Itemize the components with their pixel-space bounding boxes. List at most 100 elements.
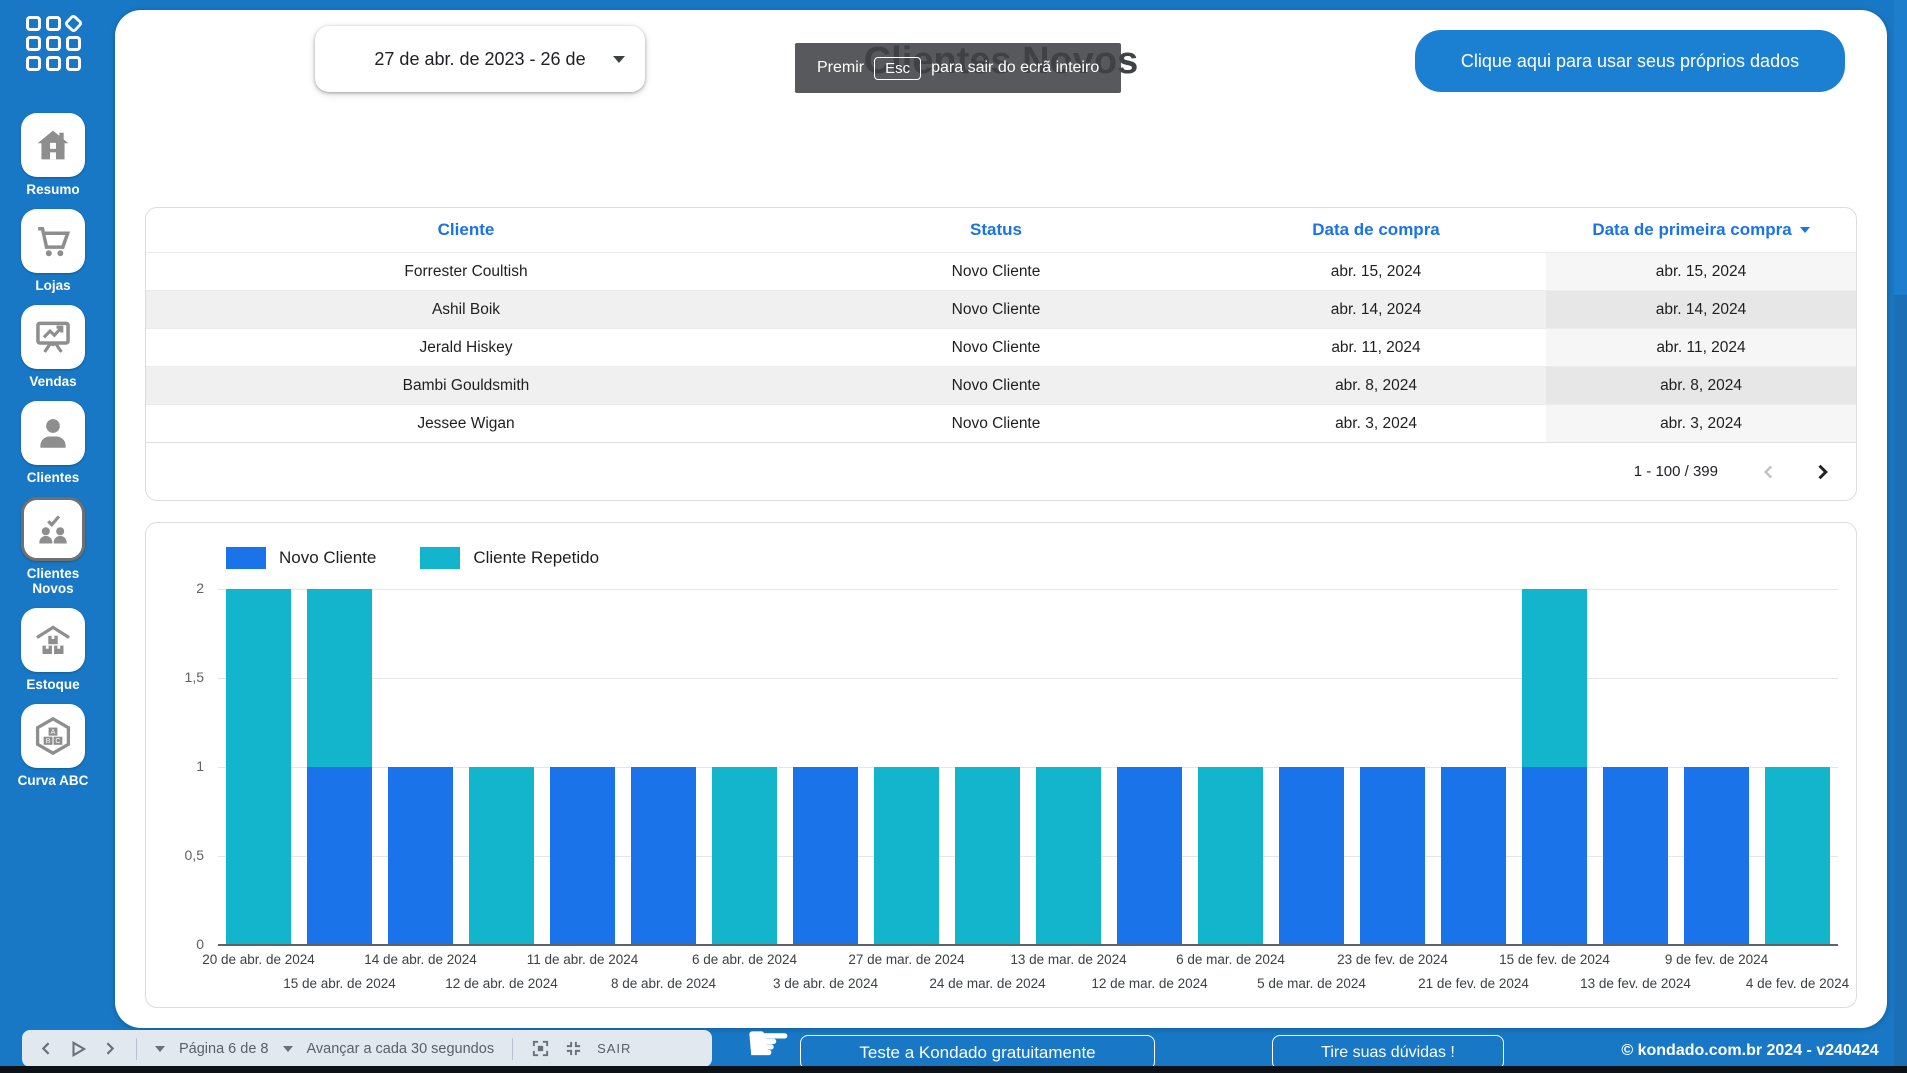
- table-cell: Novo Cliente: [786, 329, 1206, 366]
- trial-button[interactable]: Teste a Kondado gratuitamente: [800, 1035, 1155, 1070]
- table-cell: abr. 14, 2024: [1546, 291, 1856, 328]
- scrollbar-thumb[interactable]: [1894, 0, 1907, 295]
- x-axis-label: 23 de fev. de 2024: [1337, 952, 1448, 967]
- abc-hexagon-icon: ABC: [21, 704, 85, 768]
- autoplay-select-caret-icon[interactable]: [283, 1046, 293, 1052]
- bar-12-de-mar.-de-2024[interactable]: 12 de mar. de 2024: [1109, 589, 1190, 945]
- home-icon: [21, 113, 85, 177]
- previous-page-button[interactable]: [1760, 463, 1778, 481]
- table-cell: abr. 11, 2024: [1546, 329, 1856, 366]
- logo-cell: [26, 36, 41, 51]
- bar-23-de-fev.-de-2024[interactable]: 23 de fev. de 2024: [1352, 589, 1433, 945]
- column-header-data-de-primeira-compra[interactable]: Data de primeira compra: [1546, 220, 1856, 240]
- previous-page-icon[interactable]: [38, 1040, 55, 1057]
- bar-5-de-mar.-de-2024[interactable]: 5 de mar. de 2024: [1271, 589, 1352, 945]
- legend-swatch-icon: [226, 547, 266, 569]
- sidebar-item-vendas[interactable]: Vendas: [7, 305, 99, 389]
- esc-keycap: Esc: [874, 57, 921, 80]
- sidebar-item-label: Clientes Novos: [10, 566, 96, 596]
- sort-desc-icon: [1800, 227, 1810, 233]
- table-cell: abr. 11, 2024: [1206, 329, 1546, 366]
- bar-6-de-abr.-de-2024[interactable]: 6 de abr. de 2024: [704, 589, 785, 945]
- table-row[interactable]: Forrester CoultishNovo Clienteabr. 15, 2…: [146, 252, 1856, 290]
- legend-item: Cliente Repetido: [420, 547, 599, 569]
- bar-24-de-mar.-de-2024[interactable]: 24 de mar. de 2024: [947, 589, 1028, 945]
- bar-13-de-fev.-de-2024[interactable]: 13 de fev. de 2024: [1595, 589, 1676, 945]
- y-tick-label: 1: [146, 758, 204, 774]
- column-header-status[interactable]: Status: [786, 220, 1206, 240]
- y-tick-label: 2: [146, 580, 204, 596]
- y-tick-label: 0,5: [146, 847, 204, 863]
- bar-3-de-abr.-de-2024[interactable]: 3 de abr. de 2024: [785, 589, 866, 945]
- bar-9-de-fev.-de-2024[interactable]: 9 de fev. de 2024: [1676, 589, 1757, 945]
- toast-suffix: para sair do ecrã inteiro: [931, 59, 1099, 77]
- people-check-icon: [21, 497, 85, 561]
- exit-button[interactable]: SAIR: [597, 1041, 631, 1056]
- y-tick-label: 1,5: [146, 669, 204, 685]
- column-header-cliente[interactable]: Cliente: [146, 220, 786, 240]
- y-tick-label: 0: [146, 936, 204, 952]
- autoplay-label[interactable]: Avançar a cada 30 segundos: [307, 1041, 495, 1057]
- column-header-label: Cliente: [438, 220, 495, 240]
- sidebar-item-clientes[interactable]: Clientes: [7, 401, 99, 485]
- bar-4-de-fev.-de-2024[interactable]: 4 de fev. de 2024: [1757, 589, 1838, 945]
- table-row[interactable]: Jerald HiskeyNovo Clienteabr. 11, 2024ab…: [146, 328, 1856, 366]
- bar-15-de-fev.-de-2024[interactable]: 15 de fev. de 2024: [1514, 589, 1595, 945]
- bar-segment-cliente-repetido: [307, 589, 372, 767]
- sidebar-item-curva-abc[interactable]: ABCCurva ABC: [7, 704, 99, 788]
- sidebar-item-lojas[interactable]: Lojas: [7, 209, 99, 293]
- page-indicator[interactable]: Página 6 de 8: [179, 1041, 269, 1057]
- legend-item: Novo Cliente: [226, 547, 376, 569]
- bar-15-de-abr.-de-2024[interactable]: 15 de abr. de 2024: [299, 589, 380, 945]
- table-cell: Jessee Wigan: [146, 405, 786, 442]
- x-axis-label: 8 de abr. de 2024: [611, 976, 716, 991]
- page-select-caret-icon[interactable]: [155, 1046, 165, 1052]
- next-page-icon[interactable]: [101, 1040, 118, 1057]
- screen-edge: [0, 1066, 1907, 1073]
- sidebar-item-estoque[interactable]: Estoque: [7, 608, 99, 692]
- x-axis-label: 3 de abr. de 2024: [773, 976, 878, 991]
- questions-button[interactable]: Tire suas dúvidas !: [1272, 1035, 1504, 1070]
- fullscreen-icon[interactable]: [531, 1039, 550, 1058]
- bar-13-de-mar.-de-2024[interactable]: 13 de mar. de 2024: [1028, 589, 1109, 945]
- bar-segment-novo-cliente: [793, 767, 858, 945]
- table-cell: abr. 3, 2024: [1206, 405, 1546, 442]
- person-icon: [21, 401, 85, 465]
- table-cell: Novo Cliente: [786, 367, 1206, 404]
- bar-21-de-fev.-de-2024[interactable]: 21 de fev. de 2024: [1433, 589, 1514, 945]
- next-page-button[interactable]: [1812, 462, 1832, 482]
- play-icon[interactable]: [69, 1040, 87, 1058]
- bar-14-de-abr.-de-2024[interactable]: 14 de abr. de 2024: [380, 589, 461, 945]
- bar-6-de-mar.-de-2024[interactable]: 6 de mar. de 2024: [1190, 589, 1271, 945]
- table-row[interactable]: Bambi GouldsmithNovo Clienteabr. 8, 2024…: [146, 366, 1856, 404]
- x-axis-label: 21 de fev. de 2024: [1418, 976, 1529, 991]
- divider: [136, 1038, 137, 1060]
- bar-20-de-abr.-de-2024[interactable]: 20 de abr. de 2024: [218, 589, 299, 945]
- sidebar-item-resumo[interactable]: Resumo: [7, 113, 99, 197]
- sidebar-item-clientes-novos[interactable]: Clientes Novos: [7, 497, 99, 596]
- exit-fullscreen-icon[interactable]: [564, 1039, 583, 1058]
- x-axis-label: 27 de mar. de 2024: [848, 952, 964, 967]
- logo-cell: [46, 16, 61, 31]
- x-axis-label: 6 de mar. de 2024: [1176, 952, 1285, 967]
- bar-segment-novo-cliente: [1522, 767, 1587, 945]
- bar-segment-novo-cliente: [1684, 767, 1749, 945]
- x-axis-label: 13 de fev. de 2024: [1580, 976, 1691, 991]
- logo-cell: [46, 36, 61, 51]
- bar-27-de-mar.-de-2024[interactable]: 27 de mar. de 2024: [866, 589, 947, 945]
- bar-8-de-abr.-de-2024[interactable]: 8 de abr. de 2024: [623, 589, 704, 945]
- kondado-logo-icon[interactable]: [26, 16, 81, 71]
- x-axis-label: 12 de abr. de 2024: [445, 976, 558, 991]
- legend-swatch-icon: [420, 547, 460, 569]
- bar-12-de-abr.-de-2024[interactable]: 12 de abr. de 2024: [461, 589, 542, 945]
- bar-11-de-abr.-de-2024[interactable]: 11 de abr. de 2024: [542, 589, 623, 945]
- bar-segment-cliente-repetido: [1198, 767, 1263, 945]
- bar-segment-novo-cliente: [1279, 767, 1344, 945]
- column-header-data-de-compra[interactable]: Data de compra: [1206, 220, 1546, 240]
- table-row[interactable]: Ashil BoikNovo Clienteabr. 14, 2024abr. …: [146, 290, 1856, 328]
- table-header-row: Cliente StatusData de compraData de prime…: [146, 208, 1856, 252]
- chart-legend: Novo Cliente Cliente Repetido: [226, 547, 599, 569]
- table-row[interactable]: Jessee WiganNovo Clienteabr. 3, 2024abr.…: [146, 404, 1856, 442]
- scrollbar[interactable]: [1894, 0, 1907, 1066]
- bar-segment-novo-cliente: [1117, 767, 1182, 945]
